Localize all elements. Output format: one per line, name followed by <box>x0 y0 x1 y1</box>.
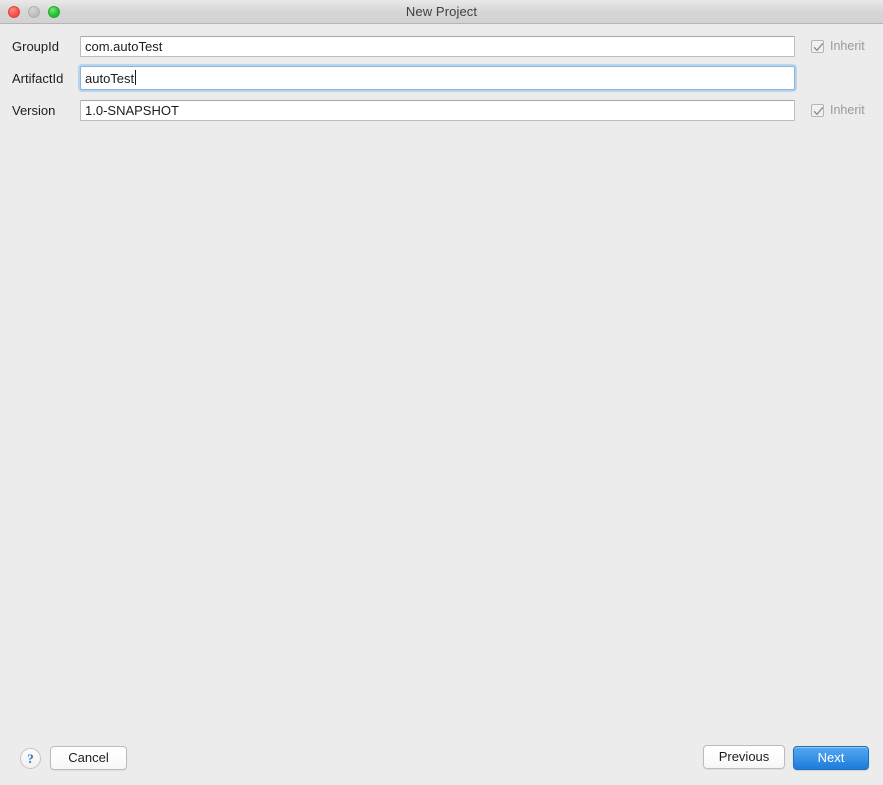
group-id-inherit-checkbox[interactable] <box>811 39 824 53</box>
artifact-id-input[interactable] <box>80 66 795 90</box>
checkmark-icon <box>813 106 824 115</box>
group-id-inherit-label: Inherit <box>830 39 865 53</box>
form-row-artifact-id: ArtifactId <box>0 66 883 90</box>
next-button[interactable]: Next <box>793 746 869 770</box>
help-button[interactable]: ? <box>20 748 41 769</box>
minimize-button-icon[interactable] <box>28 5 40 18</box>
group-id-input[interactable] <box>80 35 795 57</box>
version-inherit-label: Inherit <box>830 103 865 117</box>
window-titlebar: New Project <box>0 0 883 24</box>
version-input[interactable] <box>80 99 795 121</box>
form-row-group-id: GroupId Inherit <box>0 35 883 57</box>
version-inherit-checkbox[interactable] <box>811 103 824 117</box>
maximize-button-icon[interactable] <box>48 5 60 18</box>
new-project-dialog: New Project GroupId Inherit ArtifactId <box>0 0 883 785</box>
form-row-version: Version Inherit <box>0 99 883 121</box>
checkmark-icon <box>813 42 824 51</box>
close-button-icon[interactable] <box>8 5 20 18</box>
group-id-field-wrap <box>66 35 795 57</box>
cancel-button[interactable]: Cancel <box>50 746 127 770</box>
version-inherit-group[interactable]: Inherit <box>811 103 865 117</box>
window-controls <box>8 0 60 23</box>
group-id-label: GroupId <box>12 38 59 54</box>
group-id-inherit-group[interactable]: Inherit <box>811 39 865 53</box>
window-title: New Project <box>405 4 478 19</box>
artifact-id-field-wrap <box>80 66 795 90</box>
version-label: Version <box>12 102 56 118</box>
version-field-wrap <box>66 99 795 121</box>
previous-button[interactable]: Previous <box>703 745 785 769</box>
artifact-id-label: ArtifactId <box>12 70 64 86</box>
dialog-content: GroupId Inherit ArtifactId <box>0 24 883 736</box>
